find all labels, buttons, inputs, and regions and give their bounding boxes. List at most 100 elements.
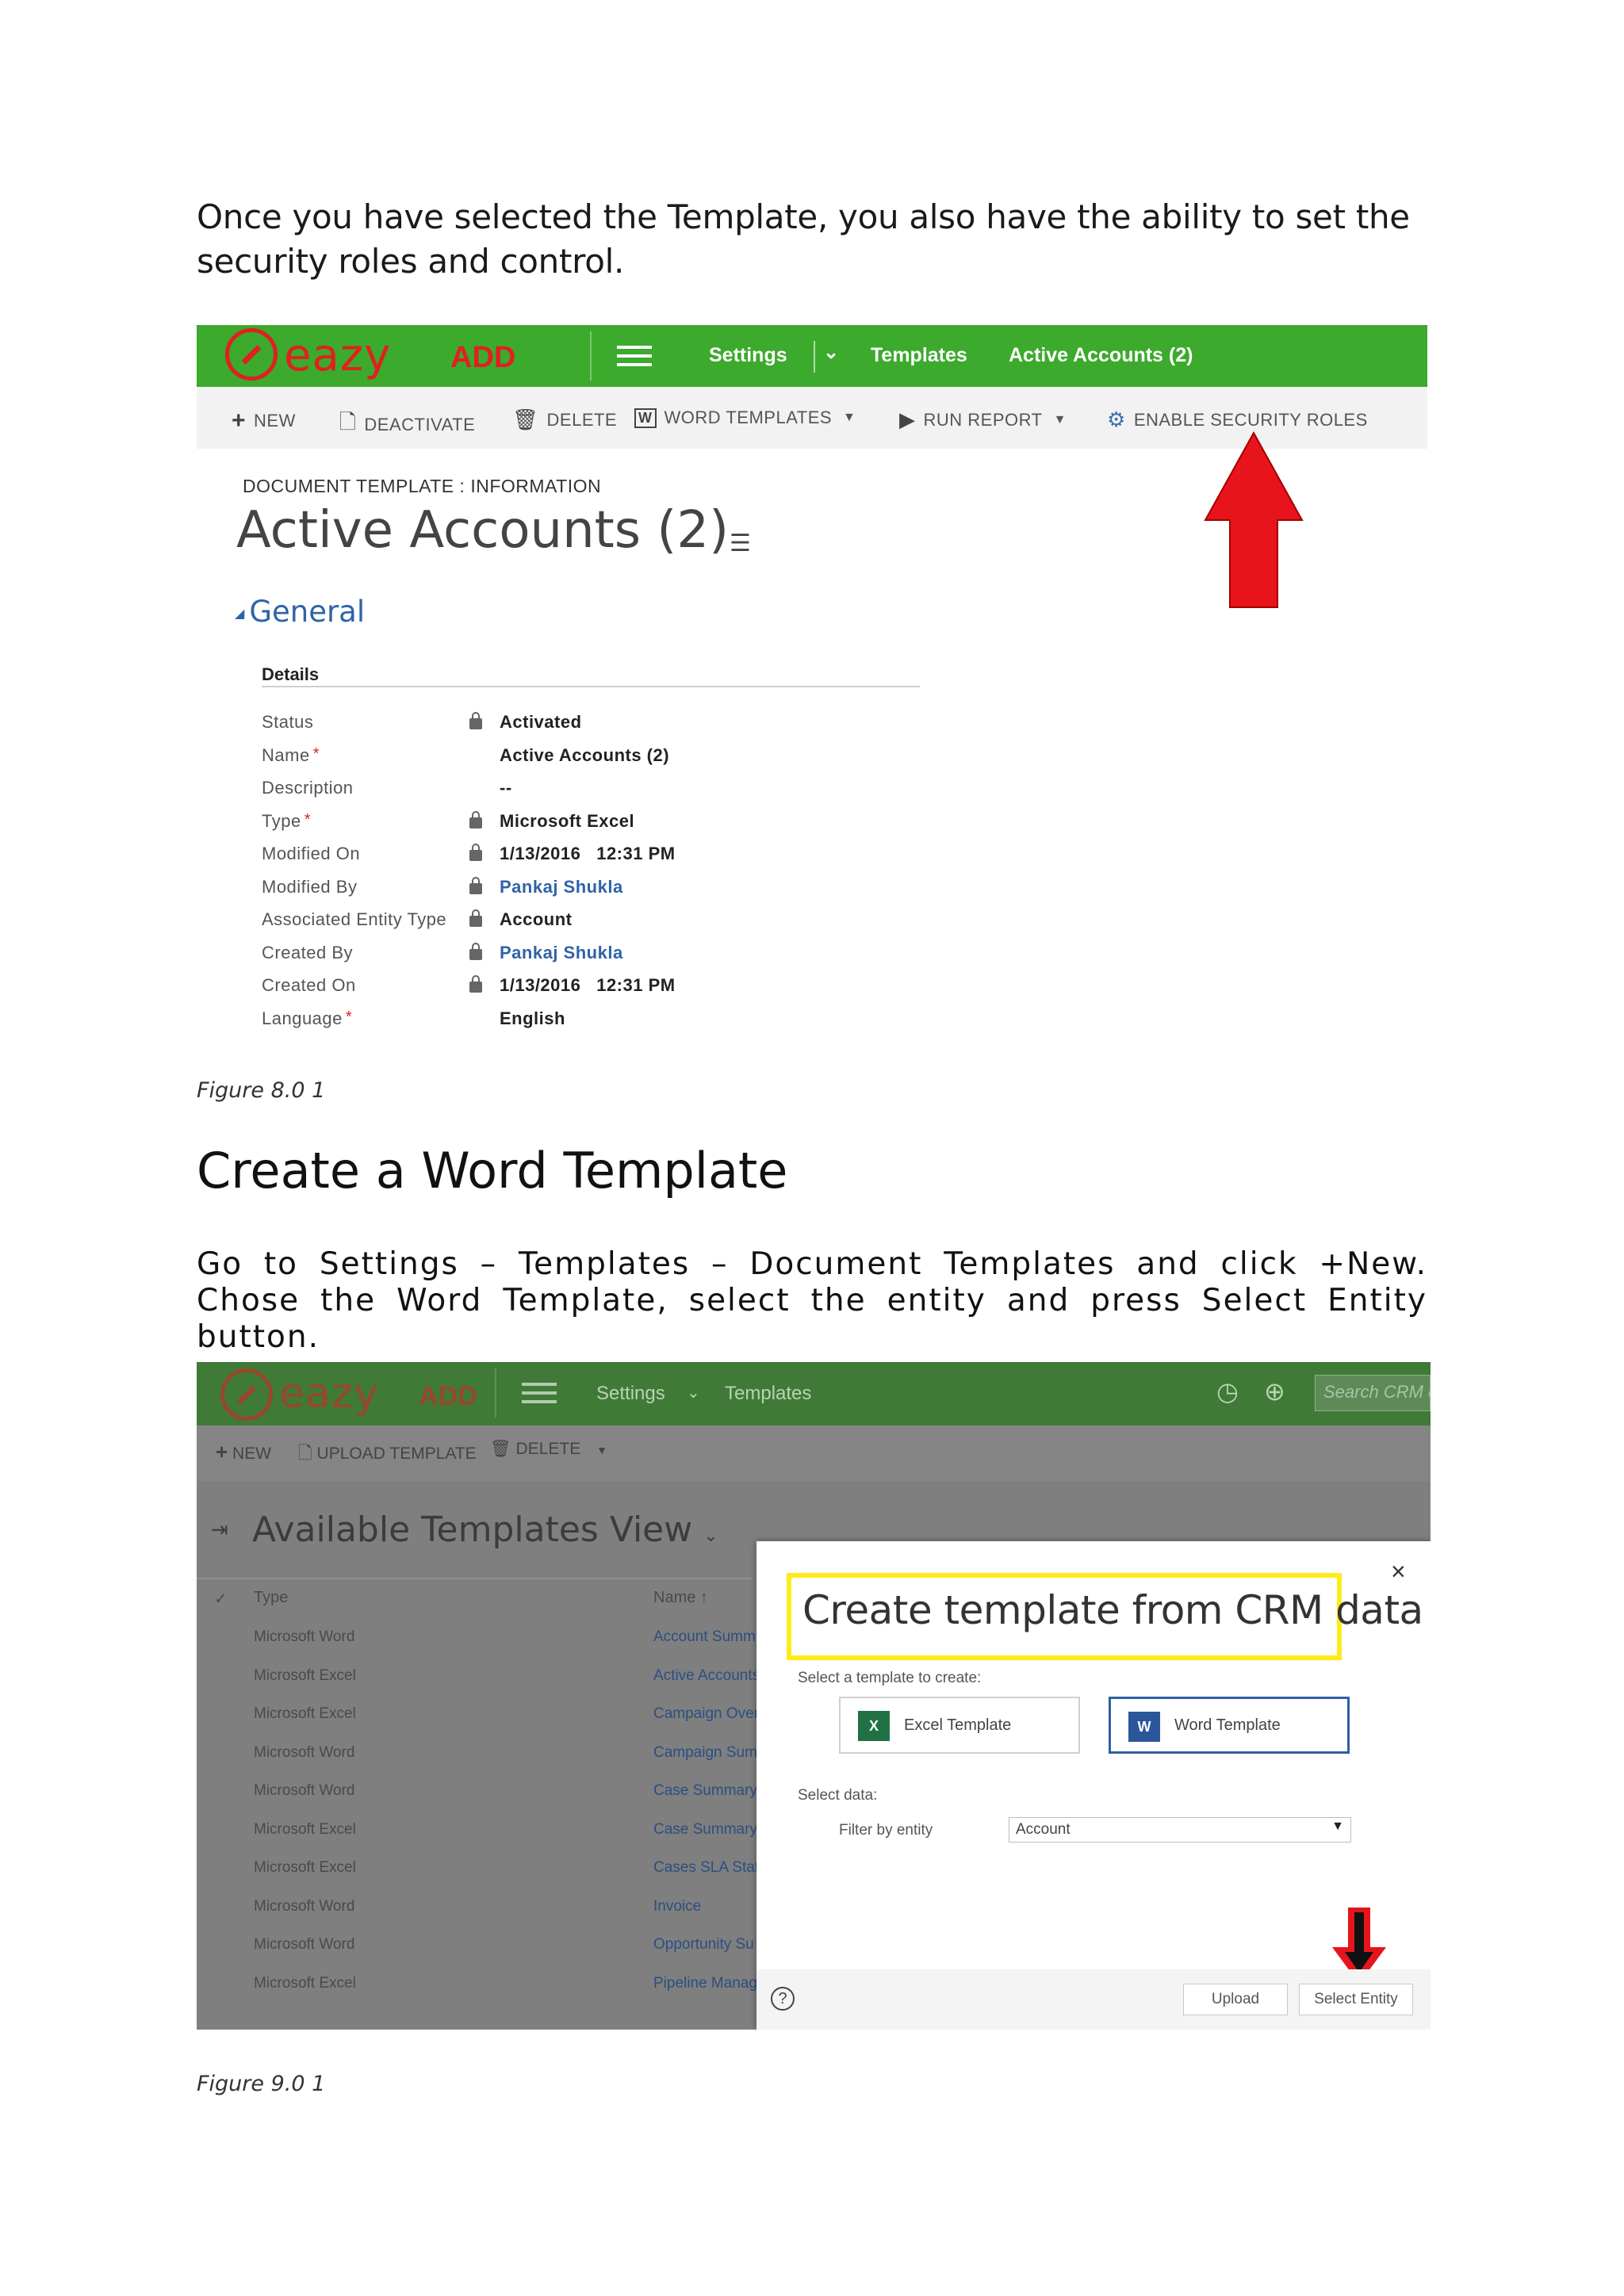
figure-1-caption: Figure 8.0 1 [197,1078,326,1103]
top-nav-bar: eazy ADD Settings ⌄ Templates ◷ ⊕ Search… [197,1362,1431,1425]
field-value: Account [500,909,573,929]
details-header: Details [262,664,320,684]
hamburger-menu-icon[interactable] [522,1383,557,1403]
word-templates-button[interactable]: W WORD TEMPLATES ▼ [634,408,856,428]
row-type: Microsoft Excel [254,1859,356,1876]
chevron-down-icon: ⌄ [703,1526,718,1546]
word-template-button[interactable]: W Word Template [1109,1697,1350,1754]
plus-icon: + [216,1440,228,1464]
field-value: Microsoft Excel [500,810,635,831]
row-name-link[interactable]: Opportunity Su [653,1936,754,1954]
new-button[interactable]: + NEW [232,408,296,434]
row-name-link[interactable]: Active Accounts [653,1667,760,1685]
dropdown-arrow-icon: ▼ [1331,1820,1344,1833]
nav-templates[interactable]: Templates [871,344,967,367]
add-circle-icon[interactable]: ⊕ [1264,1376,1285,1406]
field-label: Created By [262,942,354,962]
field-value: 1/13/2016 12:31 PM [500,844,676,863]
nav-templates[interactable]: Templates [725,1383,811,1405]
nav-active-accounts[interactable]: Active Accounts (2) [1009,344,1193,367]
caret-down-icon: ▼ [843,411,856,424]
view-title[interactable]: Available Templates View ⌄ [252,1510,718,1550]
required-asterisk: * [345,1008,353,1026]
entity-select[interactable]: Account ▼ [1009,1817,1351,1843]
collapse-triangle-icon: ◢ [235,606,245,621]
nav-chevron-down-icon[interactable]: ⌄ [687,1383,700,1402]
create-template-dialog: × Create template from CRM data Select a… [756,1541,1431,2030]
section-paragraph: Go to Settings – Templates – Document Te… [197,1246,1427,1355]
caret-down-icon: ▼ [1053,412,1067,427]
help-icon[interactable]: ? [771,1987,795,2011]
row-type: Microsoft Excel [254,1667,356,1684]
field-label: Description [262,778,354,798]
nav-divider [590,331,592,381]
plus-icon: + [232,408,247,434]
trash-icon: 🗑 [490,1440,511,1458]
logo-add-text: ADD [450,341,516,374]
row-name-link[interactable]: Case Summary [653,1782,757,1800]
deactivate-button[interactable]: 🗋 DEACTIVATE [339,408,475,442]
column-header-name[interactable]: Name ↑ [653,1589,708,1607]
field-value-link[interactable]: Pankaj Shukla [500,877,623,897]
filter-by-entity-label: Filter by entity [839,1822,933,1839]
select-all-check-icon[interactable]: ✓ [214,1589,228,1609]
section-heading: Create a Word Template [197,1142,788,1200]
close-icon[interactable]: × [1391,1557,1406,1586]
row-name-link[interactable]: Campaign Sum [653,1744,757,1762]
section-general-header[interactable]: ◢ General [235,595,365,629]
dialog-footer: ? Upload Select Entity [756,1969,1431,2030]
field-value-link[interactable]: Pankaj Shukla [500,943,623,963]
hamburger-menu-icon[interactable] [617,346,652,366]
nav-settings[interactable]: Settings [709,344,787,367]
nav-divider [495,1368,496,1418]
title-highlight-box: Create template from CRM data [787,1573,1423,1660]
row-name-link[interactable]: Invoice [653,1898,701,1915]
word-icon: W [1128,1712,1160,1742]
lock-icon [469,876,482,894]
logo-text: eazy [279,1370,379,1418]
upload-button[interactable]: Upload [1183,1984,1288,2015]
field-value: English [500,1008,565,1028]
field-label: Language * [262,1008,353,1028]
deactivate-document-icon: 🗋 [339,410,357,434]
row-type: Microsoft Excel [254,1705,356,1722]
field-label: Status [262,712,314,732]
security-roles-icon: ⚙ [1107,408,1126,431]
row-type: Microsoft Word [254,1897,355,1915]
dialog-subtitle: Select a template to create: [798,1670,982,1686]
figure-2-screenshot: eazy ADD Settings ⌄ Templates ◷ ⊕ Search… [197,1362,1431,2030]
row-type: Microsoft Excel [254,1820,356,1838]
field-label: Created On [262,975,356,995]
row-name-link[interactable]: Campaign Over [653,1705,759,1723]
report-icon: ▶ [899,408,916,431]
nav-settings[interactable]: Settings [596,1383,665,1405]
search-input[interactable]: Search CRM d [1315,1375,1431,1411]
column-header-type[interactable]: Type [254,1589,288,1607]
lock-icon [469,975,482,993]
select-entity-button[interactable]: Select Entity [1299,1984,1413,2015]
field-value: Activated [500,712,582,732]
row-name-link[interactable]: Case Summary [653,1821,757,1839]
excel-template-button[interactable]: X Excel Template [839,1697,1080,1754]
required-asterisk: * [312,744,320,763]
row-name-link[interactable]: Account Summ [653,1628,756,1646]
field-value: 1/13/2016 12:31 PM [500,975,676,995]
upload-template-button[interactable]: 🗋 UPLOAD TEMPLATE [298,1440,477,1470]
field-value: Active Accounts (2) [500,744,670,765]
lock-icon [469,844,482,861]
row-name-link[interactable]: Pipeline Manag [653,1975,757,1992]
run-report-button[interactable]: ▶ RUN REPORT ▼ [899,408,1067,432]
new-button[interactable]: + NEW [216,1440,271,1464]
clock-icon[interactable]: ◷ [1216,1376,1239,1406]
delete-button[interactable]: 🗑 DELETE [512,408,617,432]
record-menu-icon[interactable]: ☰ [730,530,751,557]
pin-icon[interactable]: ⇥ [211,1517,228,1542]
delete-button[interactable]: 🗑 DELETE ▼ [490,1440,607,1459]
enable-security-roles-button[interactable]: ⚙ ENABLE SECURITY ROLES [1107,408,1368,432]
logo-add-text: ADD [419,1381,477,1411]
logo-emblem-icon [220,1368,273,1421]
figure-1-screenshot: eazy ADD Settings ⌄ Templates Active Acc… [197,325,1427,1054]
lock-icon [469,712,482,729]
row-name-link[interactable]: Cases SLA Statu [653,1859,768,1877]
nav-chevron-down-icon[interactable]: ⌄ [823,341,839,364]
